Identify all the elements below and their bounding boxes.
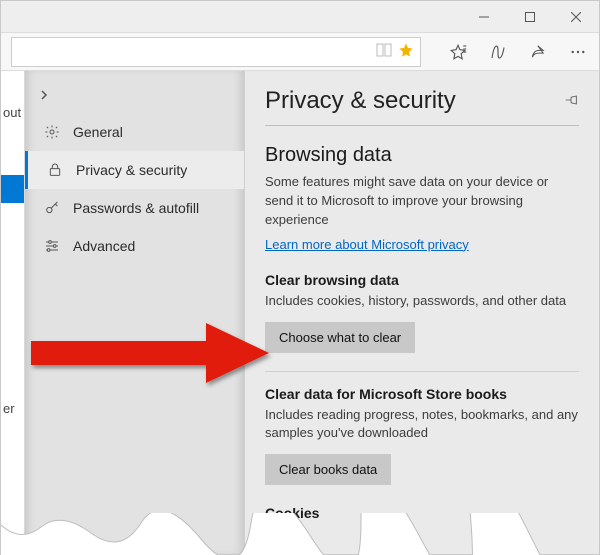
settings-sidebar: General Privacy & security Passwords & a… (25, 71, 245, 554)
favorite-star-icon[interactable] (398, 42, 414, 61)
lock-icon (46, 161, 64, 179)
cookies-section: Cookies (265, 505, 579, 521)
bg-selection-fragment (1, 175, 25, 203)
reading-view-icon[interactable] (376, 43, 392, 60)
subsection-heading: Cookies (265, 505, 579, 521)
window-frame: out er General Privacy & security (0, 0, 600, 555)
pin-icon[interactable] (563, 92, 579, 111)
choose-what-to-clear-button[interactable]: Choose what to clear (265, 322, 415, 353)
sidebar-item-label: Passwords & autofill (73, 200, 199, 216)
learn-more-link[interactable]: Learn more about Microsoft privacy (265, 237, 469, 252)
bg-text-fragment: er (3, 401, 15, 416)
sidebar-item-passwords-autofill[interactable]: Passwords & autofill (25, 189, 244, 227)
divider (265, 371, 579, 372)
background-page-slice: out er (1, 71, 25, 554)
share-icon[interactable] (527, 41, 549, 63)
subsection-desc: Includes cookies, history, passwords, an… (265, 292, 579, 310)
favorites-list-icon[interactable] (447, 41, 469, 63)
clear-browsing-data-section: Clear browsing data Includes cookies, hi… (265, 272, 579, 353)
address-bar[interactable] (11, 37, 421, 67)
sidebar-item-advanced[interactable]: Advanced (25, 227, 244, 265)
browsing-data-section: Browsing data Some features might save d… (265, 144, 579, 252)
maximize-button[interactable] (507, 1, 553, 33)
close-button[interactable] (553, 1, 599, 33)
bg-text-fragment: out (3, 105, 21, 120)
titlebar (1, 1, 599, 33)
notes-icon[interactable] (487, 41, 509, 63)
sidebar-item-label: Advanced (73, 238, 135, 254)
section-heading: Browsing data (265, 144, 579, 167)
gear-icon (43, 123, 61, 141)
settings-panel: Privacy & security Browsing data Some fe… (245, 71, 599, 554)
clear-store-books-section: Clear data for Microsoft Store books Inc… (265, 386, 579, 485)
sidebar-item-label: Privacy & security (76, 162, 187, 178)
panel-header: Privacy & security (265, 87, 579, 126)
more-icon[interactable] (567, 41, 589, 63)
section-desc: Some features might save data on your de… (265, 173, 579, 230)
subsection-heading: Clear browsing data (265, 272, 579, 288)
subsection-desc: Includes reading progress, notes, bookma… (265, 406, 579, 442)
sidebar-item-general[interactable]: General (25, 113, 244, 151)
minimize-button[interactable] (461, 1, 507, 33)
sidebar-item-privacy-security[interactable]: Privacy & security (25, 151, 244, 189)
back-chevron[interactable] (25, 81, 244, 113)
panel-title: Privacy & security (265, 87, 456, 115)
toolbar (1, 33, 599, 71)
sliders-icon (43, 237, 61, 255)
subsection-heading: Clear data for Microsoft Store books (265, 386, 579, 402)
clear-books-data-button[interactable]: Clear books data (265, 454, 391, 485)
content-area: out er General Privacy & security (1, 71, 599, 554)
sidebar-item-label: General (73, 124, 123, 140)
key-icon (43, 199, 61, 217)
